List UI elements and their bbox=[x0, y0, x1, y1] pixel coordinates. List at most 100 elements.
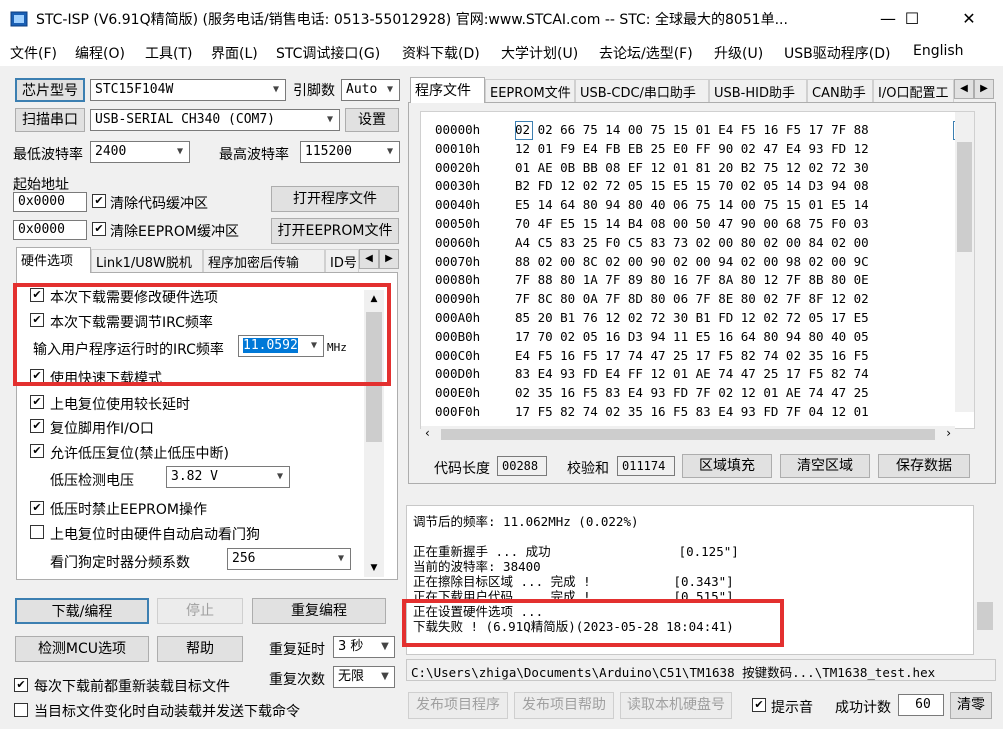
hex-row[interactable]: 000C0h E4 F5 16 F5 17 74 47 25 17 F5 82 7… bbox=[435, 348, 869, 366]
menu-downloads[interactable]: 资料下载(D) bbox=[402, 43, 480, 63]
success-count-label: 成功计数 bbox=[835, 700, 891, 716]
publish-help-button[interactable]: 发布项目帮助 bbox=[514, 692, 614, 719]
long-reset-delay-checkbox[interactable]: ✔ bbox=[30, 395, 44, 409]
hex-row[interactable]: 00060h A4 C5 83 25 F0 C5 83 73 02 00 80 0… bbox=[435, 235, 869, 253]
download-program-button[interactable]: 下载/编程 bbox=[15, 598, 149, 624]
eeprom-lv-checkbox[interactable]: ✔ bbox=[30, 501, 44, 515]
min-baud-select[interactable]: 2400 ▼ bbox=[90, 141, 190, 163]
pin-count-select[interactable]: Auto ▼ bbox=[341, 79, 400, 101]
hex-row[interactable]: 000A0h 85 20 B1 76 12 02 72 30 B1 FD 12 0… bbox=[435, 310, 869, 328]
scroll-down-icon[interactable]: ▼ bbox=[364, 559, 384, 577]
menu-debug[interactable]: STC调试接口(G) bbox=[276, 43, 380, 63]
menu-university[interactable]: 大学计划(U) bbox=[501, 43, 578, 63]
hex-row[interactable]: 000D0h 83 E4 93 FD E4 FF 12 01 AE 74 47 2… bbox=[435, 366, 869, 384]
rtab-scroll-right-button[interactable]: ▶ bbox=[974, 79, 994, 99]
publish-program-button[interactable]: 发布项目程序 bbox=[408, 692, 508, 719]
clear-code-checkbox[interactable]: ✔ bbox=[92, 194, 106, 208]
max-baud-select[interactable]: 115200 ▼ bbox=[300, 141, 400, 163]
rtab-scroll-left-button[interactable]: ◀ bbox=[954, 79, 974, 99]
hex-vscroll-thumb[interactable] bbox=[957, 142, 972, 252]
repeat-delay-select[interactable]: 3 秒 ▼ bbox=[333, 636, 395, 658]
log-scrollbar[interactable] bbox=[975, 506, 995, 654]
clear-eeprom-checkbox[interactable]: ✔ bbox=[92, 222, 106, 236]
low-voltage-select[interactable]: 3.82 V ▼ bbox=[166, 466, 290, 488]
tab-io-config[interactable]: I/O口配置工 bbox=[873, 79, 954, 103]
detect-mcu-button[interactable]: 检测MCU选项 bbox=[15, 636, 149, 662]
hex-row[interactable]: 00020h 01 AE 0B BB 08 EF 12 01 81 20 B2 7… bbox=[435, 160, 869, 178]
tab-scroll-left-button[interactable]: ◀ bbox=[359, 249, 379, 269]
repeat-delay-value: 3 秒 bbox=[338, 639, 364, 654]
menu-program[interactable]: 编程(O) bbox=[75, 43, 125, 63]
hex-row[interactable]: 00090h 7F 8C 80 0A 7F 8D 80 06 7F 8E 80 0… bbox=[435, 291, 869, 309]
tab-id[interactable]: ID号 bbox=[325, 249, 359, 273]
scroll-right-icon[interactable]: › bbox=[946, 426, 951, 440]
chip-model-button[interactable]: 芯片型号 bbox=[15, 78, 85, 102]
beep-checkbox[interactable]: ✔ bbox=[752, 698, 766, 712]
menu-forum[interactable]: 去论坛/选型(F) bbox=[599, 43, 693, 63]
help-button[interactable]: 帮助 bbox=[157, 636, 243, 662]
close-button[interactable]: ✕ bbox=[946, 0, 992, 38]
fill-area-button[interactable]: 区域填充 bbox=[682, 454, 772, 478]
read-disk-id-button[interactable]: 读取本机硬盘号 bbox=[620, 692, 732, 719]
auto-reload-checkbox[interactable] bbox=[14, 703, 28, 717]
hex-hscrollbar[interactable]: ‹ › bbox=[421, 426, 955, 443]
hex-address: 00070h bbox=[435, 253, 481, 269]
hex-row[interactable]: 00050h 70 4F E5 15 14 B4 08 00 50 47 90 0… bbox=[435, 216, 869, 234]
hex-row[interactable]: 00080h 7F 88 80 1A 7F 89 80 16 7F 8A 80 1… bbox=[435, 272, 869, 290]
hex-row[interactable]: 00070h 88 02 00 8C 02 00 90 02 00 94 02 0… bbox=[435, 254, 869, 272]
chip-model-select[interactable]: STC15F104W ▼ bbox=[90, 79, 286, 101]
hex-row[interactable]: 00000h 02 02 66 75 14 00 75 15 01 E4 F5 1… bbox=[435, 122, 869, 140]
hex-view[interactable]: 00000h 02 02 66 75 14 00 75 15 01 E4 F5 1… bbox=[420, 111, 975, 429]
menu-interface[interactable]: 界面(L) bbox=[211, 43, 258, 63]
open-eeprom-file-button[interactable]: 打开EEPROM文件 bbox=[271, 218, 399, 244]
hex-row[interactable]: 00010h 12 01 F9 E4 FB EB 25 E0 FF 90 02 4… bbox=[435, 141, 869, 159]
tab-program-file[interactable]: 程序文件 bbox=[410, 77, 485, 103]
repeat-program-button[interactable]: 重复编程 bbox=[252, 598, 386, 624]
hex-bytes: 7F 88 80 1A 7F 89 80 16 7F 8A 80 12 7F 8… bbox=[515, 272, 869, 288]
menu-usb-driver[interactable]: USB驱动程序(D) bbox=[784, 43, 890, 63]
hex-row[interactable]: 00040h E5 14 64 80 94 80 40 06 75 14 00 7… bbox=[435, 197, 869, 215]
port-select[interactable]: USB-SERIAL CH340 (COM7) ▼ bbox=[90, 109, 340, 131]
maximize-button[interactable]: ☐ bbox=[889, 0, 935, 38]
watchdog-divider-select[interactable]: 256 ▼ bbox=[227, 548, 351, 570]
scroll-left-icon[interactable]: ‹ bbox=[425, 426, 430, 440]
reload-each-checkbox[interactable]: ✔ bbox=[14, 678, 28, 692]
save-data-button[interactable]: 保存数据 bbox=[878, 454, 970, 478]
tab-hardware-options[interactable]: 硬件选项 bbox=[16, 247, 91, 273]
watchdog-auto-checkbox[interactable] bbox=[30, 525, 44, 539]
clear-area-button[interactable]: 清空区域 bbox=[780, 454, 870, 478]
reset-pin-io-checkbox[interactable]: ✔ bbox=[30, 419, 44, 433]
hex-bytes: 85 20 B1 76 12 02 72 30 B1 FD 12 02 72 0… bbox=[515, 310, 869, 325]
hex-row[interactable]: 000E0h 02 35 16 F5 83 E4 93 FD 7F 02 12 0… bbox=[435, 385, 869, 403]
tab-can[interactable]: CAN助手 bbox=[807, 79, 873, 103]
repeat-count-select[interactable]: 无限 ▼ bbox=[333, 666, 395, 688]
menu-tools[interactable]: 工具(T) bbox=[145, 43, 192, 63]
chevron-down-icon: ▼ bbox=[381, 641, 389, 652]
tab-link1[interactable]: Link1/U8W脱机 bbox=[91, 249, 203, 273]
hex-row[interactable]: 00030h B2 FD 12 02 72 05 15 E5 15 70 02 0… bbox=[435, 178, 869, 196]
log-scroll-thumb[interactable] bbox=[977, 602, 993, 630]
start-address-label: 起始地址 bbox=[13, 177, 69, 193]
low-voltage-reset-checkbox[interactable]: ✔ bbox=[30, 444, 44, 458]
stop-button[interactable]: 停止 bbox=[157, 598, 243, 624]
tab-usb-hid[interactable]: USB-HID助手 bbox=[709, 79, 807, 103]
hex-row[interactable]: 000B0h 17 70 02 05 16 D3 94 11 E5 16 64 8… bbox=[435, 329, 869, 347]
scan-port-button[interactable]: 扫描串口 bbox=[15, 108, 85, 132]
code-address-input[interactable]: 0x0000 bbox=[13, 192, 87, 212]
eeprom-address-input[interactable]: 0x0000 bbox=[13, 220, 87, 240]
hex-bytes: 12 01 F9 E4 FB EB 25 E0 FF 90 02 47 E4 9… bbox=[515, 140, 869, 156]
tab-eeprom-file[interactable]: EEPROM文件 bbox=[485, 79, 575, 103]
tab-usb-cdc[interactable]: USB-CDC/串口助手 bbox=[575, 79, 709, 103]
hex-vscrollbar[interactable] bbox=[955, 112, 974, 412]
menu-english[interactable]: English bbox=[913, 43, 964, 59]
menu-file[interactable]: 文件(F) bbox=[10, 43, 57, 63]
chevron-down-icon: ▼ bbox=[276, 471, 284, 482]
tab-encrypt[interactable]: 程序加密后传输 bbox=[203, 249, 325, 273]
open-program-file-button[interactable]: 打开程序文件 bbox=[271, 186, 399, 212]
hex-hscroll-thumb[interactable] bbox=[441, 429, 935, 440]
hex-row[interactable]: 000F0h 17 F5 82 74 02 35 16 F5 83 E4 93 F… bbox=[435, 404, 869, 422]
menu-upgrade[interactable]: 升级(U) bbox=[714, 43, 763, 63]
reset-count-button[interactable]: 清零 bbox=[950, 692, 992, 719]
tab-scroll-right-button[interactable]: ▶ bbox=[379, 249, 399, 269]
settings-button[interactable]: 设置 bbox=[345, 108, 399, 132]
